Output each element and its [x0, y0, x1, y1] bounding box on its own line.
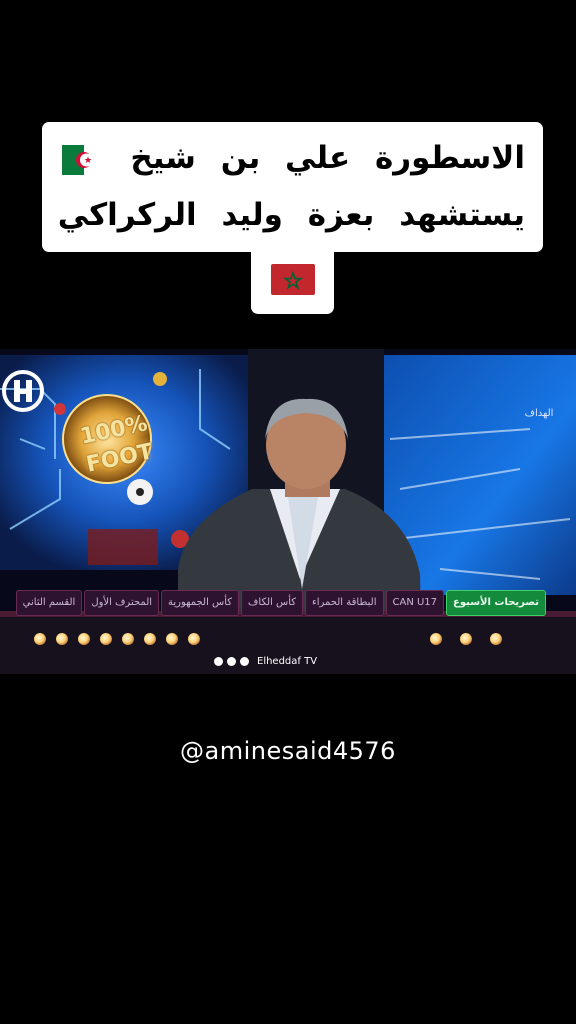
creator-handle: @aminesaid4576 [180, 737, 396, 765]
youtube-icon [240, 656, 249, 666]
algeria-flag-icon [61, 144, 106, 175]
caption-line-1-text: الاسطورة علي بن شيخ [130, 140, 525, 176]
morocco-flag-icon [271, 264, 315, 295]
social-handle: Elheddaf TV [257, 655, 318, 667]
studio-scene [0, 349, 576, 674]
ticker-item[interactable]: CAN U17 [385, 589, 445, 616]
elheddaf-logo-icon [2, 370, 44, 412]
channel-name: الهداف [524, 408, 554, 419]
caption-line-1: الاسطورة علي بن شيخ [48, 138, 525, 178]
ticker-item[interactable]: كأس الكاف [241, 589, 304, 616]
social-bar: Elheddaf TV [214, 654, 374, 668]
caption-line-2: يستشهد بعزة وليد الركراكي [57, 197, 525, 233]
ticker-item[interactable]: تصريحات الأسبوع [446, 589, 546, 616]
ticker-item[interactable]: كأس الجمهورية [161, 589, 240, 616]
instagram-icon [227, 656, 236, 666]
ticker-item[interactable]: البطاقة الحمراء [305, 589, 384, 616]
caption-flag-box [251, 252, 334, 314]
ticker-item[interactable]: القسم الثاني [15, 589, 83, 616]
topic-ticker: تصريحات الأسبوع CAN U17 البطاقة الحمراء … [15, 589, 546, 616]
video-frame[interactable]: 100% FOOT الهداف تصريحات الأسبوع CAN U17… [0, 349, 576, 674]
facebook-icon [214, 656, 223, 666]
caption-box: الاسطورة علي بن شيخ يستشهد بعزة وليد الر… [42, 122, 543, 252]
ticker-item[interactable]: المحترف الأول [84, 589, 160, 616]
desk-lights [30, 633, 550, 653]
